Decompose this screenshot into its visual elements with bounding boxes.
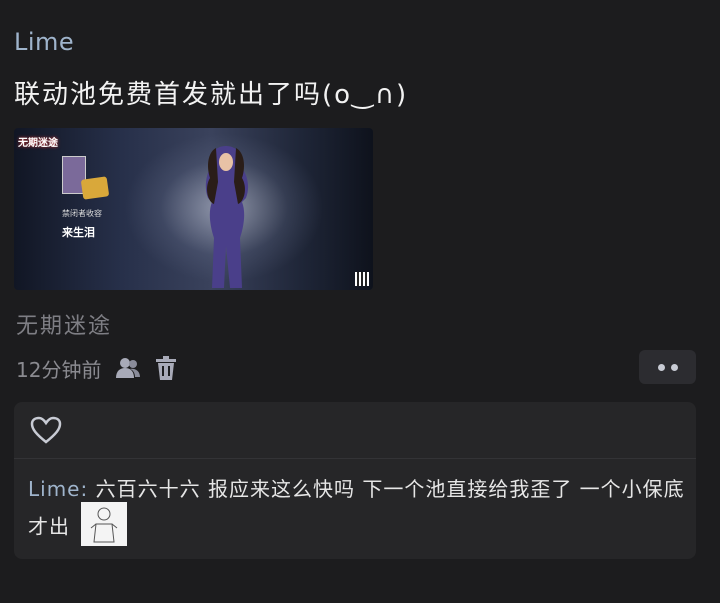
- post-author[interactable]: Lime: [14, 28, 74, 56]
- more-dots-icon[interactable]: [639, 350, 696, 384]
- rarity-badge: [80, 176, 110, 200]
- comment-item: Lime: 六百六十六 报应来这么快吗 下一个池直接给我歪了 一个小保底才出: [28, 472, 688, 550]
- comment-author[interactable]: Lime: [28, 477, 81, 501]
- qr-code: [355, 272, 369, 286]
- more-dot: [670, 363, 678, 371]
- game-logo-text: 无期迷途: [18, 138, 58, 149]
- character-figure: [205, 146, 249, 288]
- post-image[interactable]: 无期迷途 禁闭者收容 来生泪: [14, 128, 373, 290]
- character-name: 来生泪: [62, 226, 95, 239]
- faction-label: 禁闭者收容: [62, 209, 102, 218]
- more-dot: [657, 363, 665, 371]
- like-row: [14, 402, 696, 459]
- post-time: 12分钟前: [16, 357, 102, 382]
- trash-icon[interactable]: [155, 356, 177, 380]
- users-icon[interactable]: [115, 356, 141, 380]
- heart-icon[interactable]: [30, 416, 62, 444]
- comment-panel: Lime: 六百六十六 报应来这么快吗 下一个池直接给我歪了 一个小保底才出: [14, 402, 696, 559]
- game-tag[interactable]: 无期迷途: [16, 308, 112, 340]
- comment-separator: :: [80, 477, 89, 501]
- post-meta: 12分钟前: [16, 354, 177, 382]
- post-text: 联动池免费首发就出了吗(o‿∩): [14, 80, 409, 110]
- comment-sticker-image[interactable]: [81, 502, 128, 546]
